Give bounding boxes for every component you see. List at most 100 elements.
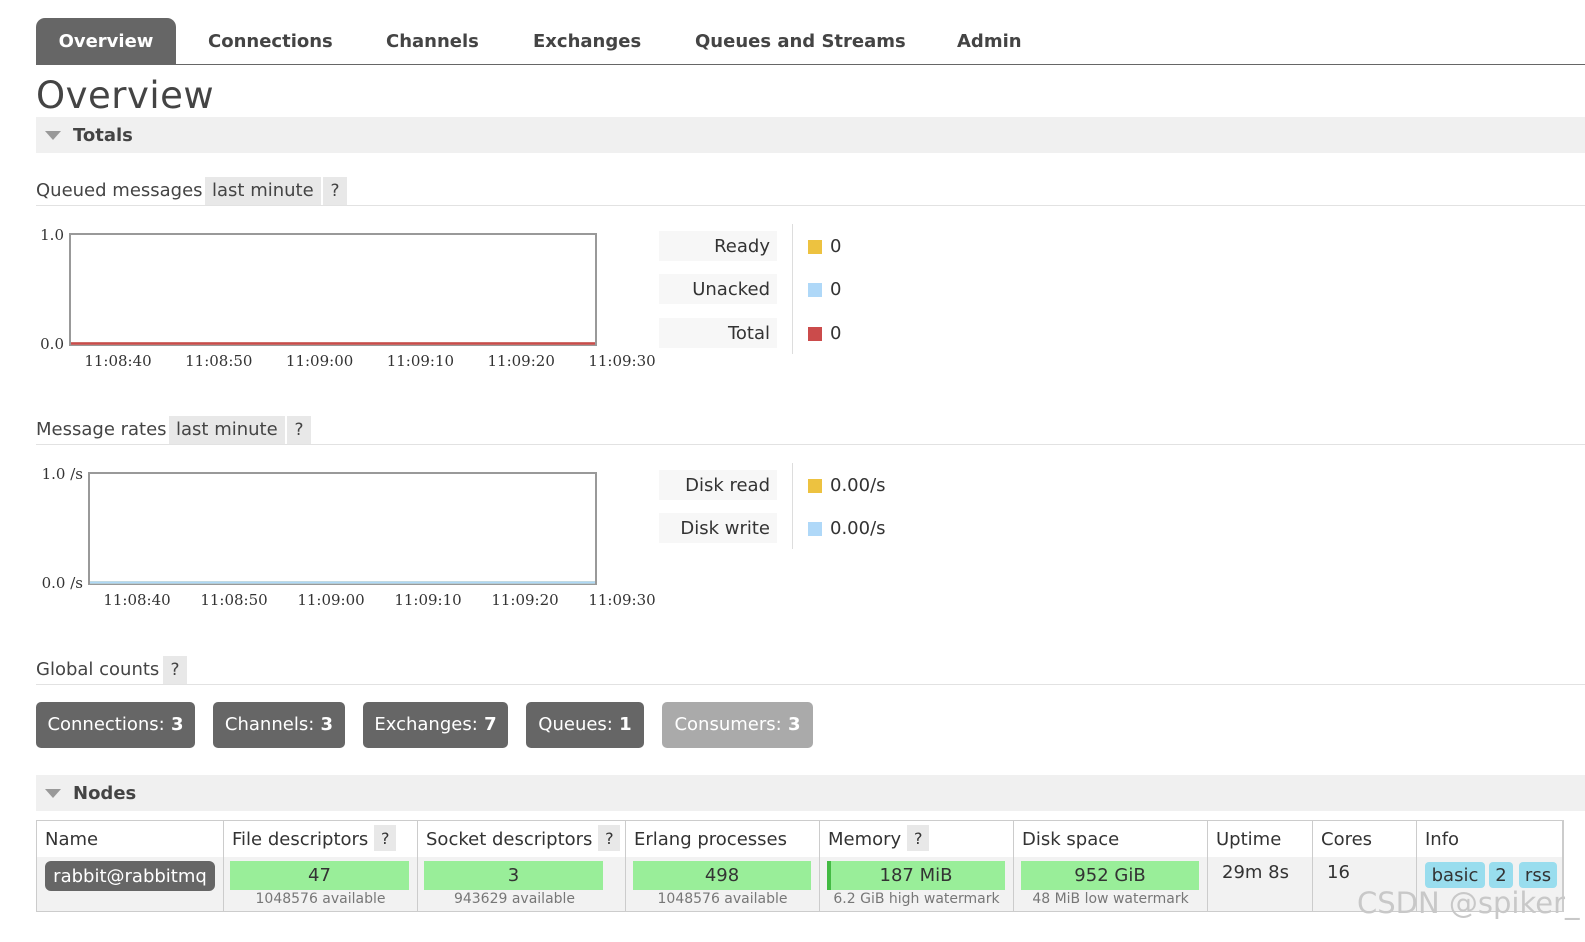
memory-high-watermark: 6.2 GiB high watermark <box>833 891 1000 907</box>
legend-disk-write-value: 0.00/s <box>830 518 886 539</box>
y-tick-label: 0.0 <box>40 335 64 353</box>
col-header-socket-descriptors: Socket descriptors? <box>418 821 626 857</box>
uptime-cell: 29m 8s <box>1208 857 1313 911</box>
col-header-erlang-processes-text: Erlang processes <box>634 829 787 850</box>
nodes-section-label: Nodes <box>73 783 137 804</box>
collapse-triangle-icon <box>45 131 61 140</box>
x-tick-label: 11:08:50 <box>200 591 267 609</box>
connections-count-value: 3 <box>171 714 184 735</box>
tab-connections[interactable]: Connections <box>208 18 333 64</box>
global-counts-help-button[interactable]: ? <box>163 656 187 684</box>
legend-ready-value: 0 <box>830 236 842 257</box>
memory-cell: 187 MiB 6.2 GiB high watermark <box>820 857 1014 911</box>
channels-count-button[interactable]: Channels: 3 <box>213 702 345 748</box>
socket-descriptors-help-button[interactable]: ? <box>598 825 621 851</box>
legend-total-swatch <box>808 327 822 341</box>
legend-ready-swatch <box>808 240 822 254</box>
message-rates-header: Message rates last minute ? <box>36 416 1585 445</box>
memory-value: 187 MiB <box>879 865 953 886</box>
queued-messages-header: Queued messages last minute ? <box>36 177 1585 206</box>
channels-count-value: 3 <box>320 714 334 735</box>
file-descriptors-available: 1048576 available <box>255 891 386 907</box>
consumers-count-button[interactable]: Consumers: 3 <box>662 702 813 748</box>
info-tag-2[interactable]: 2 <box>1489 862 1513 888</box>
disk-space-cell: 952 GiB 48 MiB low watermark <box>1014 857 1208 911</box>
x-tick-label: 11:09:00 <box>297 591 364 609</box>
erlang-processes-value: 498 <box>704 865 740 886</box>
file-descriptors-help-button[interactable]: ? <box>374 825 397 851</box>
message-rates-chart: 1.0 /s 0.0 /s 11:08:40 11:08:50 11:09:00 11:0… <box>42 465 656 609</box>
channels-count-label: Channels: <box>224 714 315 735</box>
tab-exchanges[interactable]: Exchanges <box>533 18 641 64</box>
col-header-info: Info <box>1417 821 1563 857</box>
global-counts-title: Global counts <box>36 659 160 680</box>
node-name-link[interactable]: rabbit@rabbitmq <box>45 861 215 891</box>
queues-count-value: 1 <box>619 714 632 735</box>
info-tag-rss[interactable]: rss <box>1519 862 1557 888</box>
queued-help-button[interactable]: ? <box>323 177 347 205</box>
tab-overview[interactable]: Overview <box>36 18 176 64</box>
col-header-erlang-processes: Erlang processes <box>626 821 820 857</box>
memory-help-button[interactable]: ? <box>907 825 930 851</box>
exchanges-count-button[interactable]: Exchanges: 7 <box>363 702 508 748</box>
tab-queues-and-streams[interactable]: Queues and Streams <box>695 18 906 64</box>
socket-descriptors-value: 3 <box>507 865 520 886</box>
erlang-processes-cell: 498 1048576 available <box>626 857 820 911</box>
queued-period-selector[interactable]: last minute <box>205 177 321 205</box>
legend-total-value: 0 <box>830 323 842 344</box>
plot-area <box>69 233 597 346</box>
x-tick-label: 11:09:20 <box>488 352 555 370</box>
col-header-cores: Cores <box>1313 821 1417 857</box>
legend-separator <box>792 224 793 354</box>
tab-admin[interactable]: Admin <box>957 18 1022 64</box>
file-descriptors-value: 47 <box>308 865 331 886</box>
disk-space-value: 952 GiB <box>1074 865 1146 886</box>
x-tick-label: 11:09:30 <box>588 591 655 609</box>
legend-disk-write-label: Disk write <box>659 513 777 543</box>
collapse-triangle-icon <box>45 789 61 798</box>
col-header-disk-space: Disk space <box>1014 821 1208 857</box>
col-header-memory: Memory? <box>820 821 1014 857</box>
totals-section-toggle[interactable]: Totals <box>36 117 1585 153</box>
totals-section-label: Totals <box>73 125 133 146</box>
page-title: Overview <box>36 74 215 117</box>
disk-space-bar: 952 GiB <box>1021 861 1199 890</box>
table-row: rabbit@rabbitmq <box>37 857 224 911</box>
col-header-socket-descriptors-text: Socket descriptors <box>426 829 593 850</box>
y-tick-label: 1.0 /s <box>42 465 83 483</box>
x-tick-label: 11:09:10 <box>387 352 454 370</box>
col-header-cores-text: Cores <box>1321 829 1373 850</box>
x-tick-label: 11:09:20 <box>491 591 558 609</box>
x-tick-label: 11:08:40 <box>103 591 170 609</box>
legend-disk-read-swatch <box>808 479 822 493</box>
plot-area <box>88 472 597 585</box>
legend-ready-label: Ready <box>659 231 777 261</box>
queued-messages-chart: 1.0 0.0 11:08:40 11:08:50 11:09:00 11:09:10 11… <box>40 226 656 370</box>
watermark: CSDN @spiker_ <box>1357 886 1580 920</box>
legend-separator <box>792 463 793 549</box>
connections-count-button[interactable]: Connections: 3 <box>36 702 195 748</box>
x-tick-label: 11:08:40 <box>84 352 151 370</box>
tab-channels[interactable]: Channels <box>386 18 479 64</box>
rates-help-button[interactable]: ? <box>287 416 311 444</box>
queues-count-button[interactable]: Queues: 1 <box>526 702 644 748</box>
col-header-file-descriptors: File descriptors? <box>224 821 418 857</box>
nodes-section-toggle[interactable]: Nodes <box>36 775 1585 811</box>
memory-usage-marker <box>827 861 831 890</box>
global-counts-header: Global counts ? <box>36 656 1585 685</box>
col-header-file-descriptors-text: File descriptors <box>232 829 369 850</box>
file-descriptors-cell: 47 1048576 available <box>224 857 418 911</box>
legend-disk-read-label: Disk read <box>659 470 777 500</box>
disk-space-low-watermark: 48 MiB low watermark <box>1032 891 1189 907</box>
rates-period-selector[interactable]: last minute <box>169 416 285 444</box>
exchanges-count-label: Exchanges: <box>374 714 478 735</box>
col-header-name-text: Name <box>45 829 99 850</box>
erlang-processes-available: 1048576 available <box>657 891 788 907</box>
col-header-uptime: Uptime <box>1208 821 1313 857</box>
consumers-count-label: Consumers: <box>674 714 782 735</box>
file-descriptors-bar: 47 <box>230 861 409 890</box>
info-tag-basic[interactable]: basic <box>1425 862 1485 888</box>
y-tick-label: 1.0 <box>40 226 64 244</box>
legend-disk-read-value: 0.00/s <box>830 475 886 496</box>
col-header-disk-space-text: Disk space <box>1022 829 1120 850</box>
